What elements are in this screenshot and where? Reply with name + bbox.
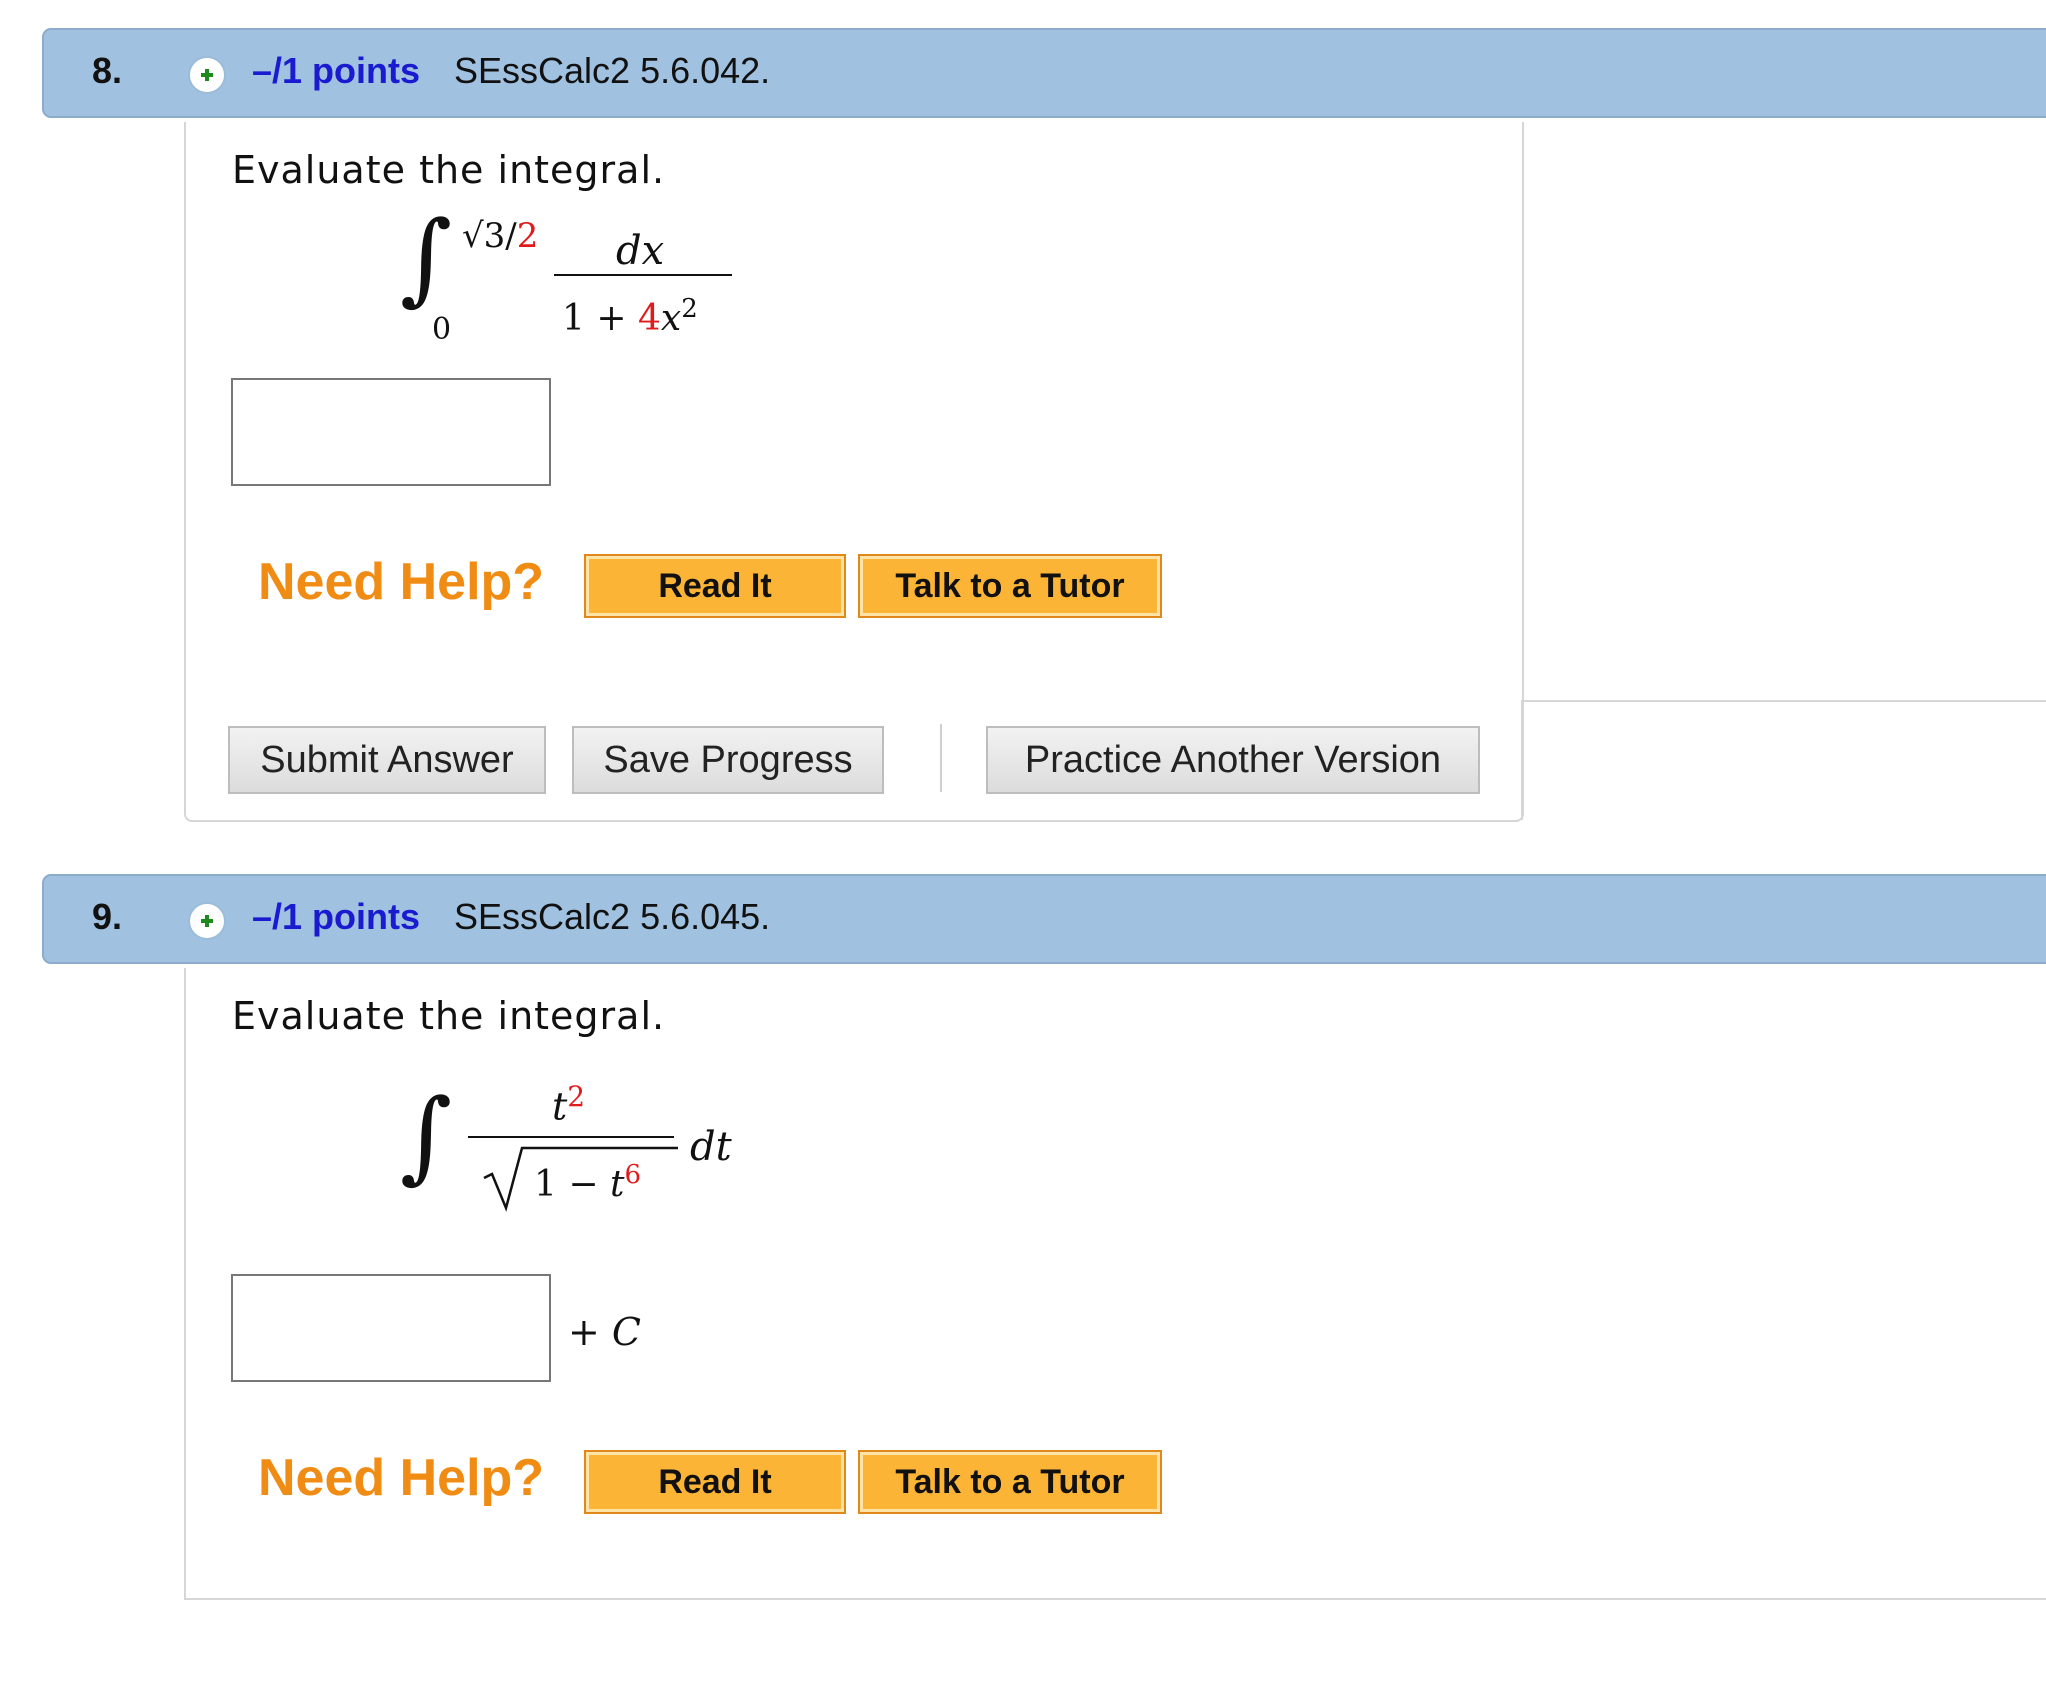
- need-help-label: Need Help?: [258, 553, 545, 611]
- answer-input[interactable]: [231, 1274, 551, 1382]
- integral-sign: ∫: [400, 1077, 453, 1194]
- question-header-8: 8. –/1 points SEssCalc2 5.6.042.: [42, 28, 2046, 118]
- points-link[interactable]: –/1 points: [252, 50, 420, 92]
- read-it-button[interactable]: Read It: [584, 554, 846, 618]
- need-help-label: Need Help?: [258, 1449, 545, 1507]
- question-header-9: 9. –/1 points SEssCalc2 5.6.045.: [42, 874, 2046, 964]
- talk-to-tutor-button[interactable]: Talk to a Tutor: [858, 554, 1162, 618]
- fraction-bar: [554, 274, 732, 276]
- question-id: SEssCalc2 5.6.045.: [454, 896, 771, 937]
- submit-answer-button[interactable]: Submit Answer: [228, 726, 546, 794]
- integral-sign: ∫: [400, 199, 453, 316]
- constant-label: + C: [568, 1310, 641, 1354]
- question-prompt: Evaluate the integral.: [232, 148, 666, 192]
- radicand: 1 − t6: [534, 1160, 641, 1205]
- fraction-bar: [468, 1136, 674, 1138]
- read-it-button[interactable]: Read It: [584, 1450, 846, 1514]
- practice-another-version-button[interactable]: Practice Another Version: [986, 726, 1480, 794]
- denominator: 1 + 4x2: [562, 294, 698, 339]
- question-id: SEssCalc2 5.6.042.: [454, 50, 771, 91]
- talk-to-tutor-button[interactable]: Talk to a Tutor: [858, 1450, 1162, 1514]
- lower-limit: 0: [432, 312, 452, 347]
- numerator: dx: [616, 228, 665, 274]
- divider: [1521, 700, 2046, 702]
- question-prompt: Evaluate the integral.: [232, 994, 666, 1038]
- differential: dt: [690, 1124, 732, 1170]
- save-progress-button[interactable]: Save Progress: [572, 726, 884, 794]
- divider: [940, 724, 942, 792]
- plus-icon[interactable]: [188, 56, 226, 94]
- question-number: 8.: [92, 50, 123, 91]
- numerator: t2: [552, 1080, 586, 1129]
- points-link[interactable]: –/1 points: [252, 896, 420, 938]
- question-number: 9.: [92, 896, 123, 937]
- divider: [1521, 700, 1523, 820]
- upper-limit: √3/2: [462, 216, 539, 256]
- plus-icon[interactable]: [188, 902, 226, 940]
- answer-input[interactable]: [231, 378, 551, 486]
